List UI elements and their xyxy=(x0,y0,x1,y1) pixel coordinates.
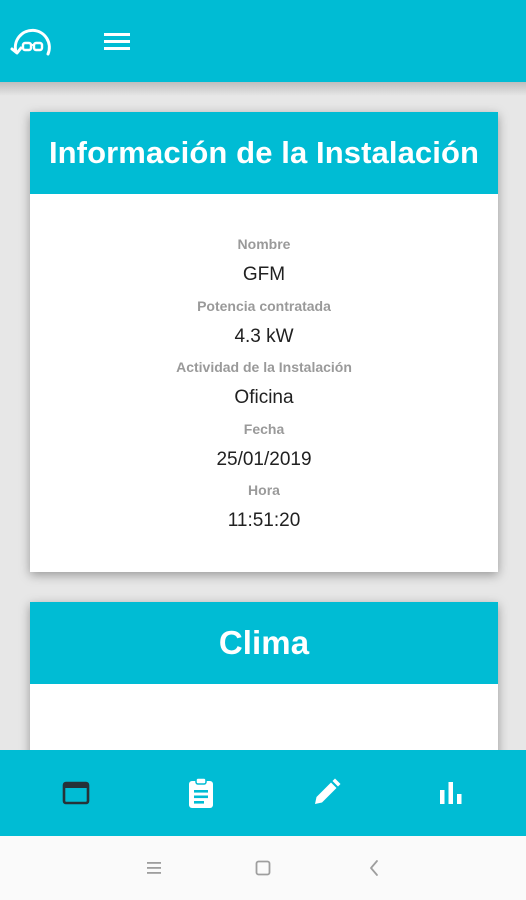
recents-icon[interactable] xyxy=(140,854,168,882)
bottom-navigation xyxy=(0,750,526,836)
window-icon xyxy=(62,781,90,805)
card-header: Información de la Instalación xyxy=(30,112,498,194)
date-label: Fecha xyxy=(243,421,285,437)
card-title: Información de la Instalación xyxy=(48,135,480,170)
name-value: GFM xyxy=(242,264,286,285)
installation-info-card: Información de la Instalación Nombre GFM… xyxy=(30,112,498,572)
glasses-face-logo-icon[interactable] xyxy=(10,24,54,68)
content-area[interactable]: Información de la Instalación Nombre GFM… xyxy=(0,82,526,750)
activity-label: Actividad de la Instalación xyxy=(176,359,352,375)
nav-window-tab[interactable] xyxy=(10,750,142,836)
nav-clipboard-tab[interactable] xyxy=(135,750,267,836)
nav-stats-tab[interactable] xyxy=(385,750,517,836)
power-label: Potencia contratada xyxy=(197,298,331,314)
home-icon[interactable] xyxy=(249,854,277,882)
power-value: 4.3 kW xyxy=(234,326,294,347)
nav-edit-tab[interactable] xyxy=(260,750,392,836)
name-label: Nombre xyxy=(237,236,291,252)
app-bar xyxy=(0,0,526,82)
clipboard-icon xyxy=(188,777,213,808)
time-label: Hora xyxy=(248,482,280,498)
activity-value: Oficina xyxy=(234,387,294,408)
system-navigation-bar xyxy=(0,836,526,900)
bar-chart-icon xyxy=(439,782,462,804)
card-title: Clima xyxy=(218,624,310,661)
card-header: Clima xyxy=(30,602,498,684)
pencil-icon xyxy=(314,778,341,804)
back-icon[interactable] xyxy=(360,854,388,882)
weather-card: Clima xyxy=(30,602,498,750)
date-value: 25/01/2019 xyxy=(216,449,312,470)
time-value: 11:51:20 xyxy=(227,510,301,531)
hamburger-menu-icon[interactable] xyxy=(102,28,134,56)
